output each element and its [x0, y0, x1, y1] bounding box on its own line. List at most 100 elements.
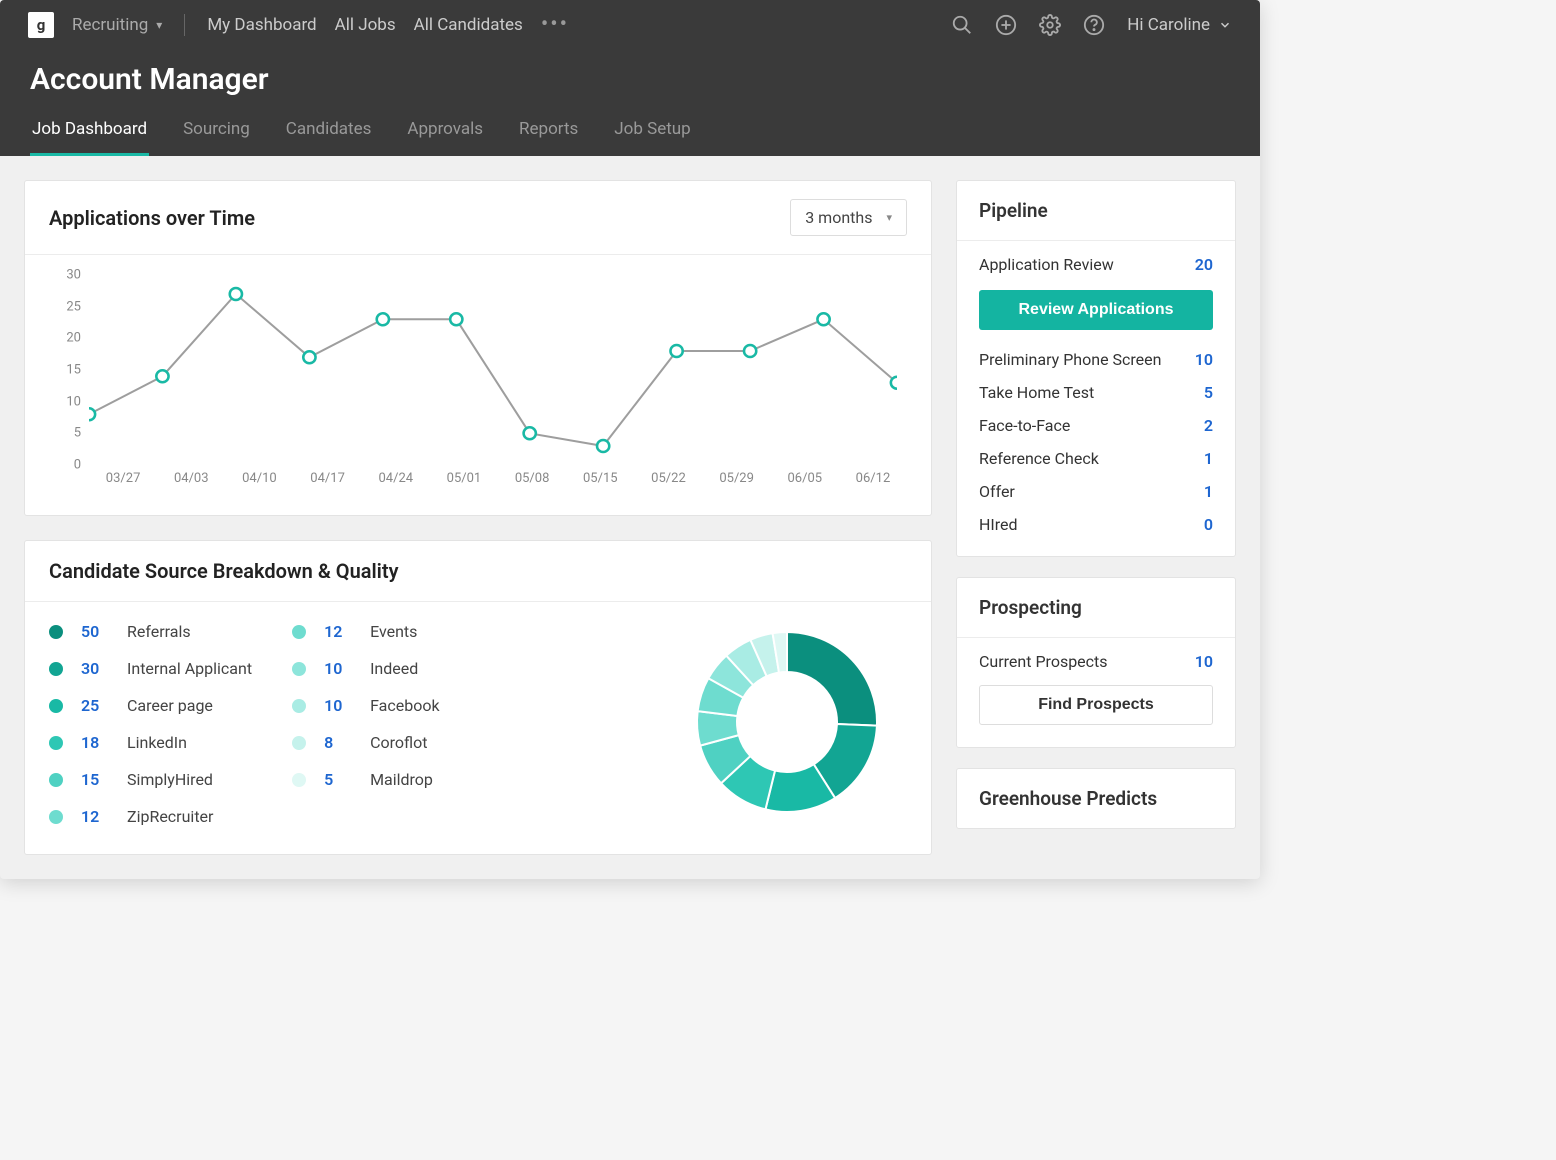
pipeline-stage-label: Preliminary Phone Screen: [979, 350, 1161, 369]
tab-approvals[interactable]: Approvals: [405, 107, 485, 156]
source-count: 12: [81, 807, 109, 826]
source-swatch: [292, 662, 306, 676]
pipeline-stage-count: 0: [1204, 515, 1213, 534]
tab-candidates[interactable]: Candidates: [284, 107, 374, 156]
source-swatch: [292, 625, 306, 639]
review-applications-button[interactable]: Review Applications: [979, 290, 1213, 330]
page-title: Account Manager: [30, 62, 1230, 97]
search-icon[interactable]: [951, 14, 973, 36]
source-count: 25: [81, 696, 109, 715]
sources-card: Candidate Source Breakdown & Quality 50 …: [24, 540, 932, 855]
pipeline-stage-label: Application Review: [979, 255, 1114, 274]
source-item: 15 SimplyHired: [49, 770, 252, 789]
donut-slice: [787, 632, 877, 726]
y-tick: 15: [66, 363, 81, 378]
current-prospects-label: Current Prospects: [979, 652, 1108, 671]
data-point: [450, 313, 462, 325]
data-point: [156, 370, 168, 382]
data-point: [89, 408, 95, 420]
chart-body: 051015202530 03/2704/0304/1004/1704/2405…: [25, 255, 931, 515]
x-axis: 03/2704/0304/1004/1704/2405/0105/0805/15…: [89, 471, 907, 495]
nav-all-candidates[interactable]: All Candidates: [414, 15, 523, 35]
source-swatch: [49, 625, 63, 639]
user-greeting: Hi Caroline: [1127, 15, 1210, 35]
find-prospects-button[interactable]: Find Prospects: [979, 685, 1213, 725]
y-tick: 30: [66, 268, 81, 283]
source-item: 25 Career page: [49, 696, 252, 715]
data-point: [744, 345, 756, 357]
date-range-value: 3 months: [805, 208, 872, 227]
product-switcher[interactable]: Recruiting ▾: [72, 15, 162, 35]
pipeline-stage-label: Reference Check: [979, 449, 1099, 468]
source-label: Events: [370, 622, 417, 641]
source-count: 8: [324, 733, 352, 752]
pipeline-list: Application Review 20 Review Applications…: [957, 241, 1235, 556]
tab-sourcing[interactable]: Sourcing: [181, 107, 252, 156]
caret-down-icon: ▾: [156, 18, 162, 32]
source-item: 12 Events: [292, 622, 439, 641]
x-tick: 05/15: [566, 471, 634, 495]
help-icon[interactable]: [1083, 14, 1105, 36]
card-header: Applications over Time 3 months ▾: [25, 181, 931, 255]
data-point: [891, 377, 897, 389]
x-tick: 06/12: [839, 471, 907, 495]
source-label: Career page: [127, 696, 213, 715]
page-title-row: Account Manager: [0, 48, 1260, 107]
logo[interactable]: g: [28, 12, 54, 38]
source-label: SimplyHired: [127, 770, 213, 789]
pipeline-stage: Face-to-Face 2: [979, 416, 1213, 435]
x-tick: 05/08: [498, 471, 566, 495]
x-tick: 04/17: [294, 471, 362, 495]
data-point: [230, 288, 242, 300]
pipeline-card: Pipeline Application Review 20 Review App…: [956, 180, 1236, 557]
add-icon[interactable]: [995, 14, 1017, 36]
date-range-dropdown[interactable]: 3 months ▾: [790, 199, 907, 236]
x-tick: 04/03: [157, 471, 225, 495]
pipeline-stage: HIred 0: [979, 515, 1213, 534]
tab-job-setup[interactable]: Job Setup: [612, 107, 692, 156]
side-column: Pipeline Application Review 20 Review App…: [956, 180, 1236, 829]
source-item: 50 Referrals: [49, 622, 252, 641]
chevron-down-icon: [1218, 18, 1232, 32]
source-swatch: [292, 773, 306, 787]
x-tick: 03/27: [89, 471, 157, 495]
x-tick: 05/01: [430, 471, 498, 495]
pipeline-title: Pipeline: [957, 181, 1235, 241]
nav-all-jobs[interactable]: All Jobs: [335, 15, 396, 35]
product-label: Recruiting: [72, 15, 148, 35]
pipeline-stage-label: HIred: [979, 515, 1018, 534]
source-count: 12: [324, 622, 352, 641]
pipeline-stage-count: 20: [1195, 255, 1213, 274]
y-axis: 051015202530: [49, 275, 85, 465]
tab-reports[interactable]: Reports: [517, 107, 580, 156]
source-swatch: [49, 699, 63, 713]
source-count: 5: [324, 770, 352, 789]
predicts-title: Greenhouse Predicts: [957, 769, 1235, 828]
sources-col-2: 12 Events 10 Indeed 10 Facebook 8 Corofl…: [292, 622, 439, 826]
prospecting-title: Prospecting: [957, 578, 1235, 638]
pipeline-stage: Preliminary Phone Screen 10: [979, 350, 1213, 369]
topbar-row: g Recruiting ▾ My Dashboard All Jobs All…: [0, 0, 1260, 48]
pipeline-stage-count: 5: [1204, 383, 1213, 402]
user-menu[interactable]: Hi Caroline: [1127, 15, 1232, 35]
caret-down-icon: ▾: [886, 211, 892, 224]
source-label: ZipRecruiter: [127, 807, 213, 826]
sources-col-1: 50 Referrals 30 Internal Applicant 25 Ca…: [49, 622, 252, 826]
donut-chart: [687, 622, 887, 822]
tab-job-dashboard[interactable]: Job Dashboard: [30, 107, 149, 156]
applications-title: Applications over Time: [49, 206, 255, 230]
source-item: 10 Facebook: [292, 696, 439, 715]
data-point: [670, 345, 682, 357]
source-label: Indeed: [370, 659, 418, 678]
more-menu-icon[interactable]: •••: [541, 20, 569, 30]
pipeline-stage: Offer 1: [979, 482, 1213, 501]
data-point: [817, 313, 829, 325]
divider: [184, 14, 185, 36]
data-point: [377, 313, 389, 325]
nav-my-dashboard[interactable]: My Dashboard: [207, 15, 316, 35]
y-tick: 5: [74, 426, 81, 441]
source-swatch: [49, 773, 63, 787]
gear-icon[interactable]: [1039, 14, 1061, 36]
source-item: 10 Indeed: [292, 659, 439, 678]
source-label: LinkedIn: [127, 733, 187, 752]
